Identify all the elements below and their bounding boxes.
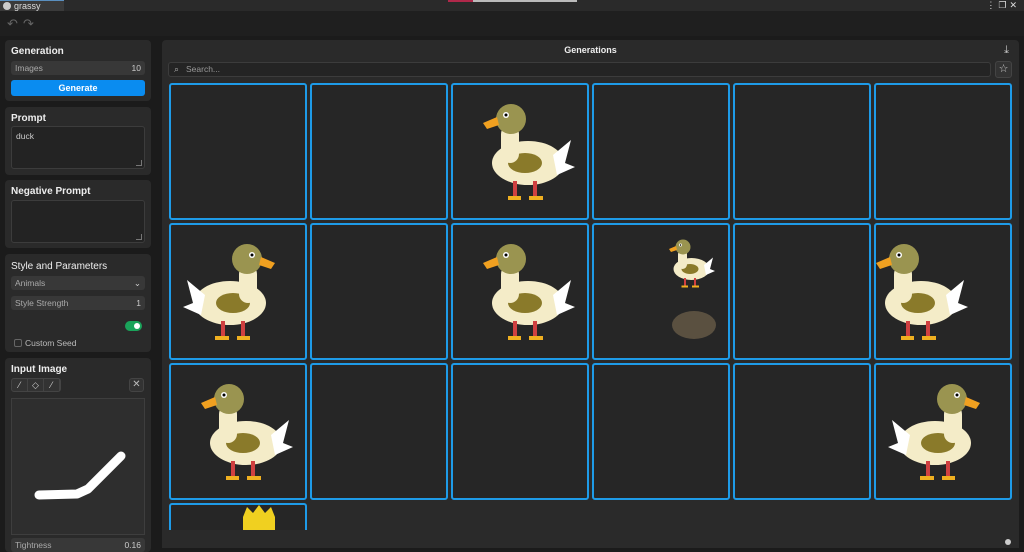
generation-cell[interactable] xyxy=(169,503,307,530)
duck-image xyxy=(886,382,982,480)
images-field[interactable]: Images 10 xyxy=(11,61,145,75)
generate-button[interactable]: Generate xyxy=(11,80,145,96)
field-value: 10 xyxy=(131,63,141,73)
field-label: Style Strength xyxy=(15,298,69,308)
generation-cell[interactable] xyxy=(733,223,871,360)
custom-seed-label: Custom Seed xyxy=(25,338,77,348)
menu-icon[interactable]: ⋮ xyxy=(986,0,998,10)
eyedropper-icon[interactable]: ⁄ xyxy=(44,379,60,391)
generation-panel: Generation Images 10 Generate xyxy=(5,40,151,101)
field-label: Tightness xyxy=(15,540,52,550)
generation-cell[interactable] xyxy=(310,223,448,360)
favorites-button[interactable]: ☆ xyxy=(995,61,1012,78)
star-icon: ☆ xyxy=(998,63,1009,75)
prompt-panel: Prompt duck xyxy=(5,107,151,175)
duck-image xyxy=(481,242,577,340)
tightness-field[interactable]: Tightness 0.16 xyxy=(11,538,145,552)
duck-image xyxy=(668,238,716,339)
prompt-input[interactable]: duck xyxy=(11,126,145,169)
generation-cell[interactable] xyxy=(733,83,871,220)
close-icon[interactable]: ✕ xyxy=(1009,0,1020,10)
generation-cell[interactable] xyxy=(169,363,307,500)
negative-prompt-panel: Negative Prompt xyxy=(5,180,151,248)
duck-image xyxy=(181,242,277,340)
panel-title: Generations xyxy=(564,45,617,55)
generation-cell[interactable] xyxy=(874,83,1012,220)
duck-image xyxy=(876,242,970,340)
generation-cell[interactable] xyxy=(874,223,1012,360)
panel-title: Style and Parameters xyxy=(11,261,108,272)
search-icon: ⌕ xyxy=(174,64,180,74)
field-value: 1 xyxy=(136,298,141,308)
eraser-icon[interactable]: ◇ xyxy=(28,379,44,391)
style-panel: Style and Parameters Animals ⌄ Style Stre… xyxy=(5,254,151,352)
window-tab[interactable]: grassy ground xyxy=(0,0,64,21)
download-icon[interactable]: ⤓ xyxy=(1004,44,1009,57)
field-label: Images xyxy=(15,63,43,73)
generation-cell[interactable] xyxy=(592,83,730,220)
toolbar: ↶ ↷ xyxy=(0,11,1024,36)
generation-cell[interactable] xyxy=(592,363,730,500)
search-placeholder: Search... xyxy=(186,64,221,74)
generations-grid xyxy=(169,83,1012,530)
duck-image xyxy=(243,505,275,530)
generation-cell[interactable] xyxy=(310,363,448,500)
panel-title: Prompt xyxy=(11,113,46,124)
generation-cell[interactable] xyxy=(874,363,1012,500)
generations-panel: Generations ⤓ ⌕ Search... ☆ xyxy=(162,40,1019,532)
drawing-canvas[interactable] xyxy=(11,398,145,535)
field-value: 0.16 xyxy=(124,540,141,550)
select-value: Animals xyxy=(15,278,46,288)
brush-icon[interactable]: ⁄ xyxy=(12,379,28,391)
generation-cell[interactable] xyxy=(733,363,871,500)
generation-cell[interactable] xyxy=(310,83,448,220)
title-bar: grassy ground ⋮❐✕ xyxy=(0,0,1024,21)
style-select[interactable]: Animals ⌄ xyxy=(11,276,145,290)
restore-icon[interactable]: ❐ xyxy=(998,0,1009,10)
app-logo-icon xyxy=(3,2,11,10)
panel-title: Input Image xyxy=(11,364,68,375)
progress-track xyxy=(473,0,577,2)
progress-indicator xyxy=(448,0,473,2)
style-strength-field[interactable]: Style Strength 1 xyxy=(11,296,145,310)
generation-cell[interactable] xyxy=(451,363,589,500)
chevron-down-icon: ⌄ xyxy=(133,278,141,288)
status-bar xyxy=(162,532,1019,548)
duck-image xyxy=(199,382,295,480)
generation-cell[interactable] xyxy=(451,223,589,360)
panel-title: Generation xyxy=(11,46,64,57)
generation-cell[interactable] xyxy=(451,83,589,220)
duck-image xyxy=(481,102,577,200)
undo-icon[interactable]: ↶ xyxy=(7,16,18,32)
status-dot-icon xyxy=(1005,539,1011,545)
custom-seed-checkbox[interactable] xyxy=(14,339,22,347)
redo-icon[interactable]: ↷ xyxy=(23,16,34,32)
generation-cell[interactable] xyxy=(592,223,730,360)
toggle-switch[interactable] xyxy=(125,321,142,331)
generation-cell[interactable] xyxy=(169,223,307,360)
input-image-panel: Input Image ⁄ ◇ ⁄ ✕ Tightness 0.16 xyxy=(5,358,151,552)
search-input[interactable]: ⌕ Search... xyxy=(168,62,991,77)
negative-prompt-input[interactable] xyxy=(11,200,145,243)
panel-title: Negative Prompt xyxy=(11,186,91,197)
generation-cell[interactable] xyxy=(169,83,307,220)
clear-button[interactable]: ✕ xyxy=(129,378,144,392)
